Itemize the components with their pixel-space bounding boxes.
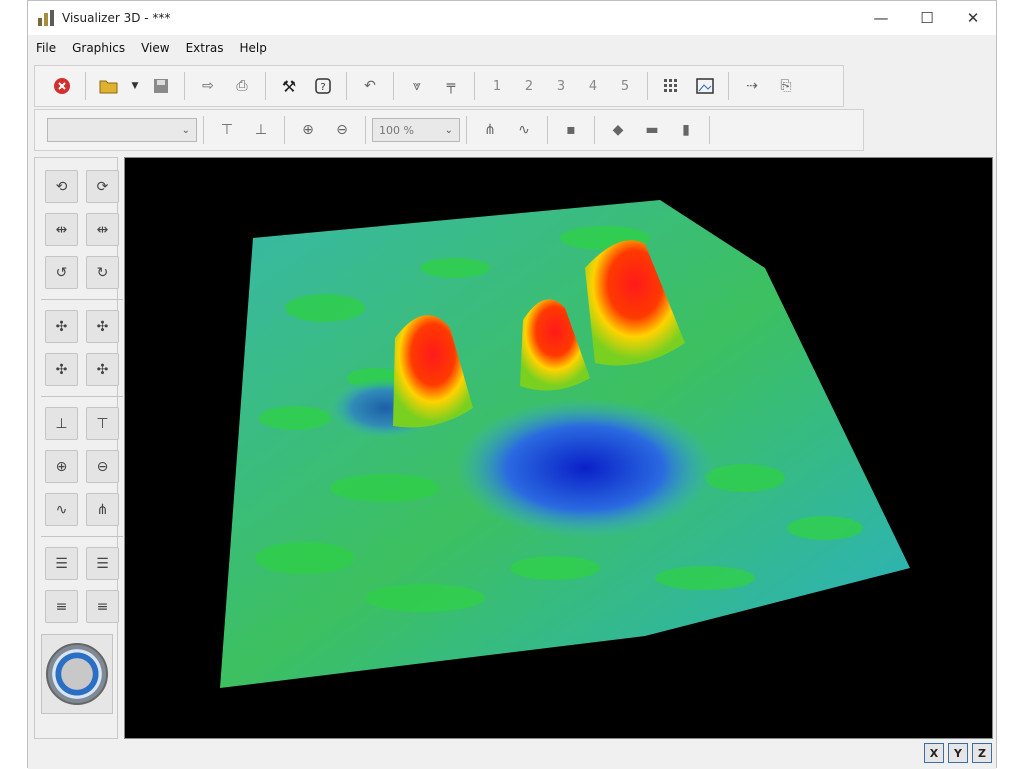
chart-import-icon[interactable]: ⎘: [772, 72, 800, 100]
export-icon[interactable]: ⇨: [194, 72, 222, 100]
help-icon[interactable]: ?: [309, 72, 337, 100]
menu-graphics[interactable]: Graphics: [64, 41, 133, 55]
joystick-panel: [41, 634, 113, 714]
dropdown-arrow-icon[interactable]: ▼: [129, 72, 141, 100]
rotation-joystick[interactable]: [46, 643, 108, 705]
secondary-toolbar: ⌄ ⊤ ⊥ ⊕ ⊖ 100 % ⌄ ⋔ ∿ ▪ ◆ ▬ ▮: [34, 109, 864, 151]
raise-surface-icon[interactable]: ⊤: [86, 407, 119, 440]
image-view-icon[interactable]: [691, 72, 719, 100]
view-preset-5-button[interactable]: 5: [612, 72, 638, 100]
peak-down-icon[interactable]: ∿: [510, 116, 538, 144]
menu-view[interactable]: View: [133, 41, 177, 55]
grid-icon[interactable]: [657, 72, 685, 100]
view-preset-2-button[interactable]: 2: [516, 72, 542, 100]
main-toolbar: ▼ ⇨ ⎙ ⚒ ? ↶ ⩔ ╤ 1 2 3 4 5 ⇢ ⎘: [34, 65, 844, 107]
increase-level-icon[interactable]: ≡: [45, 590, 78, 623]
close-window-button[interactable]: ✕: [950, 1, 996, 35]
toolbar-separator: [85, 72, 86, 100]
level-icon[interactable]: ╤: [437, 72, 465, 100]
print-icon[interactable]: ⎙: [228, 72, 256, 100]
zoom-out-icon[interactable]: ⊖: [328, 116, 356, 144]
menu-help[interactable]: Help: [232, 41, 275, 55]
move-up-icon[interactable]: ✣: [45, 353, 78, 386]
chevron-down-icon: ⌄: [181, 124, 190, 136]
menu-bar: File Graphics View Extras Help: [28, 37, 996, 59]
view-preset-1-button[interactable]: 1: [484, 72, 510, 100]
tilt-back-icon[interactable]: ↺: [45, 256, 78, 289]
zoom-select-value: 100 %: [379, 123, 414, 137]
toolbar-separator: [365, 116, 366, 144]
svg-text:?: ?: [320, 82, 325, 93]
toolbar-separator: [203, 116, 204, 144]
3d-viewport[interactable]: [124, 157, 993, 739]
toolbar-separator: [474, 72, 475, 100]
move-down-icon[interactable]: ✣: [86, 353, 119, 386]
block-icon[interactable]: ▪: [557, 116, 585, 144]
raise-top-icon[interactable]: ⊤: [213, 116, 241, 144]
peak-up-icon[interactable]: ⋔: [86, 493, 119, 526]
move-left-icon[interactable]: ✣: [45, 310, 78, 343]
view-preset-4-button[interactable]: 4: [580, 72, 606, 100]
toolbar-separator: [647, 72, 648, 100]
menu-extras[interactable]: Extras: [178, 41, 232, 55]
toolbar-separator: [346, 72, 347, 100]
menu-file[interactable]: File: [28, 41, 64, 55]
view-preset-3-button[interactable]: 3: [548, 72, 574, 100]
toolbar-separator: [547, 116, 548, 144]
move-right-icon[interactable]: ✣: [86, 310, 119, 343]
app-window: Visualizer 3D - *** — ☐ ✕ File Graphics …: [27, 0, 997, 769]
3d-surface-render: [220, 200, 910, 688]
rotate-down-icon[interactable]: ⟳: [86, 170, 119, 203]
stop-icon[interactable]: [48, 72, 76, 100]
rotate-left-icon[interactable]: ⇹: [45, 213, 78, 246]
toolbar-separator: [728, 72, 729, 100]
surface-icon[interactable]: ◆: [604, 116, 632, 144]
filter-icon[interactable]: ⩔: [403, 72, 431, 100]
chevron-down-icon: ⌄: [444, 124, 453, 136]
smooth-down-icon[interactable]: ∿: [45, 493, 78, 526]
status-bar: X Y Z: [28, 741, 996, 769]
peak-up-icon[interactable]: ⋔: [476, 116, 504, 144]
axis-x-button[interactable]: X: [924, 743, 944, 763]
sidebar-separator: [41, 396, 123, 397]
rotate-up-icon[interactable]: ⟲: [45, 170, 78, 203]
layer-select[interactable]: ⌄: [47, 118, 197, 142]
toolbar-separator: [184, 72, 185, 100]
increase-contrast-icon[interactable]: ☰: [45, 547, 78, 580]
decrease-contrast-icon[interactable]: ☰: [86, 547, 119, 580]
open-folder-icon[interactable]: [95, 72, 123, 100]
decrease-level-icon[interactable]: ≡: [86, 590, 119, 623]
maximize-button[interactable]: ☐: [904, 1, 950, 35]
rotate-right-icon[interactable]: ⇹: [86, 213, 119, 246]
zoom-select[interactable]: 100 % ⌄: [372, 118, 460, 142]
axis-z-button[interactable]: Z: [972, 743, 992, 763]
sidebar-separator: [41, 299, 123, 300]
zoom-in-icon[interactable]: ⊕: [45, 450, 78, 483]
zoom-out-icon[interactable]: ⊖: [86, 450, 119, 483]
lower-surface-icon[interactable]: ⊥: [45, 407, 78, 440]
minimize-button[interactable]: —: [858, 1, 904, 35]
view-control-sidebar: ⟲ ⟳ ⇹ ⇹ ↺ ↻ ✣ ✣ ✣ ✣ ⊥ ⊤ ⊕ ⊖ ∿ ⋔ ☰ ☰ ≡ ≡: [34, 157, 123, 739]
app-icon: [36, 8, 56, 28]
column-icon[interactable]: ▮: [672, 116, 700, 144]
toolbar-separator: [466, 116, 467, 144]
chart-export-icon[interactable]: ⇢: [738, 72, 766, 100]
save-icon[interactable]: [147, 72, 175, 100]
window-title: Visualizer 3D - ***: [62, 11, 171, 25]
toolbar-separator: [284, 116, 285, 144]
toolbar-separator: [594, 116, 595, 144]
title-bar: Visualizer 3D - *** — ☐ ✕: [28, 1, 996, 35]
sidebar-separator: [41, 536, 123, 537]
tilt-forward-icon[interactable]: ↻: [86, 256, 119, 289]
axis-y-button[interactable]: Y: [948, 743, 968, 763]
lower-bottom-icon[interactable]: ⊥: [247, 116, 275, 144]
flat-icon[interactable]: ▬: [638, 116, 666, 144]
toolbar-separator: [265, 72, 266, 100]
settings-tools-icon[interactable]: ⚒: [275, 72, 303, 100]
surface-depression: [455, 398, 715, 538]
toolbar-separator: [393, 72, 394, 100]
toolbar-separator: [709, 116, 710, 144]
undo-icon[interactable]: ↶: [356, 72, 384, 100]
zoom-in-icon[interactable]: ⊕: [294, 116, 322, 144]
